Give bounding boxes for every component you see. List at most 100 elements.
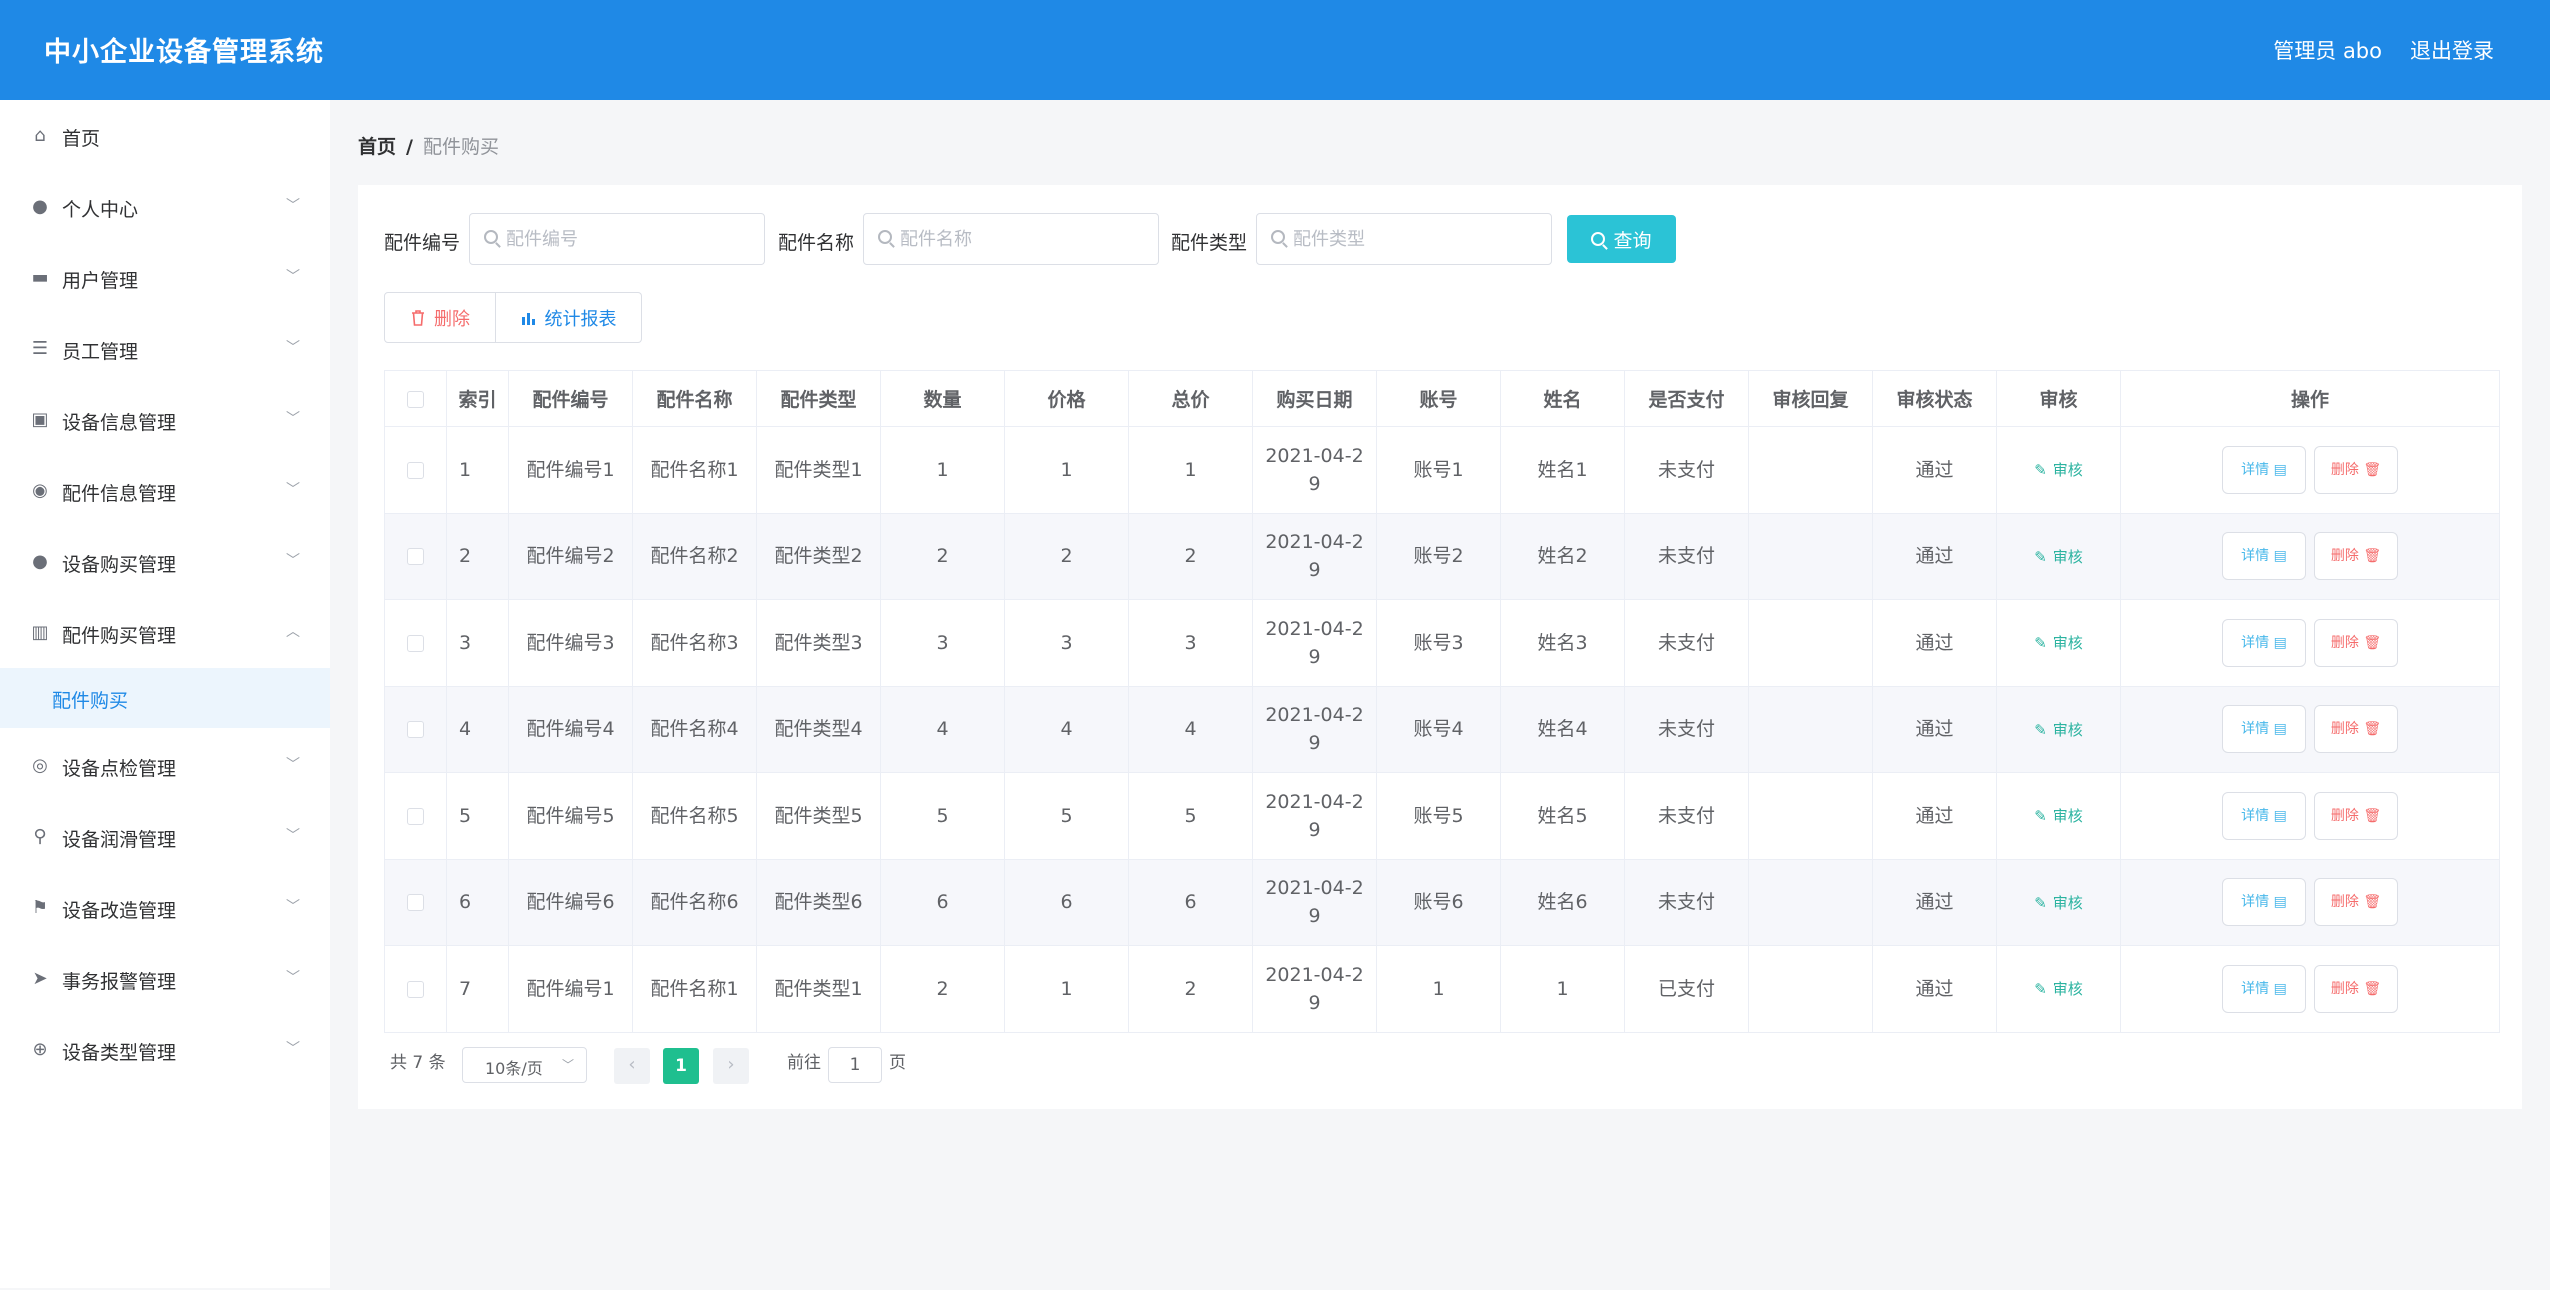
goto-field[interactable] bbox=[828, 1047, 882, 1083]
row-delete-button[interactable]: 删除 🗑 bbox=[2314, 618, 2398, 667]
type-cell: 配件类型3 bbox=[756, 599, 881, 687]
name-filter-input[interactable] bbox=[900, 214, 1150, 264]
type-filter-input[interactable] bbox=[1293, 214, 1543, 264]
index-cell: 2 bbox=[446, 512, 509, 600]
sidebar-item-5[interactable]: ◉ 配件信息管理 ﹀ bbox=[0, 463, 330, 519]
detail-button[interactable]: 详情 ▤ bbox=[2222, 445, 2306, 494]
date-cell: 2021-04-29 bbox=[1252, 945, 1377, 1033]
type-filter-field[interactable] bbox=[1256, 213, 1552, 265]
detail-button[interactable]: 详情 ▤ bbox=[2222, 532, 2306, 581]
table-row[interactable]: 1 配件编号1 配件名称1 配件类型1 1 1 1 2021-04-29 账号1 姓名1 未支付 通过… bbox=[384, 426, 2500, 514]
select-all-cell[interactable] bbox=[384, 370, 447, 427]
detail-button[interactable]: 详情 ▤ bbox=[2222, 878, 2306, 927]
audit-link[interactable]: ✎ 审核 bbox=[2034, 721, 2083, 739]
sidebar-item-2[interactable]: ▬ 用户管理 ﹀ bbox=[0, 250, 330, 306]
row-checkbox[interactable] bbox=[407, 807, 424, 825]
table-row[interactable]: 5 配件编号5 配件名称5 配件类型5 5 5 5 2021-04-29 账号5 姓名5 未支付 通过… bbox=[384, 772, 2500, 860]
person-cell: 姓名3 bbox=[1500, 599, 1625, 687]
sidebar-item-1[interactable]: ● 个人中心 ﹀ bbox=[0, 179, 330, 235]
qty-cell: 6 bbox=[880, 858, 1005, 946]
name-filter-field[interactable] bbox=[863, 213, 1159, 265]
person-cell: 姓名6 bbox=[1500, 858, 1625, 946]
table-row[interactable]: 2 配件编号2 配件名称2 配件类型2 2 2 2 2021-04-29 账号2 姓名2 未支付 通过… bbox=[384, 512, 2500, 600]
home-icon: ⌂ bbox=[34, 125, 46, 146]
sidebar-item-11[interactable]: ➤ 事务报警管理 ﹀ bbox=[0, 951, 330, 1007]
logout-link[interactable]: 退出登录 bbox=[2410, 35, 2494, 65]
row-checkbox[interactable] bbox=[407, 461, 424, 479]
table-row[interactable]: 3 配件编号3 配件名称3 配件类型3 3 3 3 2021-04-29 账号3 姓名3 未支付 通过… bbox=[384, 599, 2500, 687]
audit-link[interactable]: ✎ 审核 bbox=[2034, 894, 2083, 912]
sidebar-item-0[interactable]: ⌂ 首页 bbox=[0, 108, 330, 164]
row-checkbox[interactable] bbox=[407, 894, 424, 912]
audit-link[interactable]: ✎ 审核 bbox=[2034, 980, 2083, 998]
report-button[interactable]: 统计报表 bbox=[496, 292, 642, 343]
row-select-cell[interactable] bbox=[384, 858, 447, 946]
search-icon bbox=[1271, 230, 1285, 244]
row-checkbox[interactable] bbox=[407, 634, 424, 652]
account-cell: 账号2 bbox=[1376, 512, 1501, 600]
chevron-down-icon: ﹀ bbox=[286, 340, 300, 356]
sidebar-item-12[interactable]: ⊕ 设备类型管理 ﹀ bbox=[0, 1022, 330, 1078]
breadcrumb-home[interactable]: 首页 bbox=[358, 136, 396, 158]
detail-button[interactable]: 详情 ▤ bbox=[2222, 705, 2306, 754]
sidebar-subitem-active[interactable]: 配件购买 bbox=[0, 668, 330, 728]
row-select-cell[interactable] bbox=[384, 512, 447, 600]
sidebar-item-4[interactable]: ▣ 设备信息管理 ﹀ bbox=[0, 392, 330, 448]
total-cell: 4 bbox=[1128, 685, 1253, 773]
sidebar-item-label: 设备购买管理 bbox=[62, 554, 177, 576]
row-delete-button[interactable]: 删除 🗑 bbox=[2314, 705, 2398, 754]
audit-link[interactable]: ✎ 审核 bbox=[2034, 634, 2083, 652]
code-filter-field[interactable] bbox=[469, 213, 765, 265]
row-select-cell[interactable] bbox=[384, 772, 447, 860]
purchase-date: 2021-04-29 bbox=[1265, 444, 1364, 495]
name-cell: 配件名称1 bbox=[632, 945, 757, 1033]
sidebar-item-8[interactable]: ◎ 设备点检管理 ﹀ bbox=[0, 738, 330, 794]
row-checkbox[interactable] bbox=[407, 721, 424, 739]
paid-cell: 未支付 bbox=[1624, 772, 1749, 860]
trash-icon: 🗑 bbox=[2363, 461, 2382, 478]
row-delete-button[interactable]: 删除 🗑 bbox=[2314, 878, 2398, 927]
sidebar-item-6[interactable]: ● 设备购买管理 ﹀ bbox=[0, 534, 330, 590]
sidebar-item-3[interactable]: ☰ 员工管理 ﹀ bbox=[0, 321, 330, 377]
table-row[interactable]: 6 配件编号6 配件名称6 配件类型6 6 6 6 2021-04-29 账号6 姓名6 未支付 通过… bbox=[384, 858, 2500, 946]
row-delete-button[interactable]: 删除 🗑 bbox=[2314, 964, 2398, 1013]
row-delete-button[interactable]: 删除 🗑 bbox=[2314, 532, 2398, 581]
code-filter-input[interactable] bbox=[506, 214, 756, 264]
detail-button[interactable]: 详情 ▤ bbox=[2222, 791, 2306, 840]
audit-link[interactable]: ✎ 审核 bbox=[2034, 461, 2083, 479]
page-size-select[interactable]: 10条/页 ﹀ bbox=[462, 1047, 587, 1083]
current-user[interactable]: 管理员 abo bbox=[2273, 35, 2382, 65]
row-select-cell[interactable] bbox=[384, 426, 447, 514]
select-all-checkbox[interactable] bbox=[407, 390, 424, 408]
sidebar-item-7[interactable]: ▥ 配件购买管理 ︿ bbox=[0, 605, 330, 661]
total-cell: 2 bbox=[1128, 512, 1253, 600]
current-page[interactable]: 1 bbox=[663, 1048, 699, 1084]
detail-label: 详情 bbox=[2241, 894, 2270, 911]
row-delete-button[interactable]: 删除 🗑 bbox=[2314, 445, 2398, 494]
audit-link[interactable]: ✎ 审核 bbox=[2034, 548, 2083, 566]
row-checkbox[interactable] bbox=[407, 548, 424, 566]
chevron-down-icon: ﹀ bbox=[286, 411, 300, 427]
query-button[interactable]: 查询 bbox=[1567, 215, 1676, 263]
row-checkbox[interactable] bbox=[407, 980, 424, 998]
detail-button[interactable]: 详情 ▤ bbox=[2222, 964, 2306, 1013]
goto-page-input[interactable] bbox=[829, 1048, 881, 1082]
row-select-cell[interactable] bbox=[384, 685, 447, 773]
chevron-down-icon: ﹀ bbox=[286, 828, 300, 844]
prev-page-button[interactable]: ‹ bbox=[614, 1048, 650, 1084]
audit-cell: ✎ 审核 bbox=[1996, 426, 2121, 514]
flag-icon: ⚑ bbox=[31, 897, 49, 918]
row-select-cell[interactable] bbox=[384, 599, 447, 687]
detail-button[interactable]: 详情 ▤ bbox=[2222, 618, 2306, 667]
next-page-button[interactable]: › bbox=[713, 1048, 749, 1084]
batch-delete-button[interactable]: 删除 bbox=[384, 292, 496, 343]
table-row[interactable]: 4 配件编号4 配件名称4 配件类型4 4 4 4 2021-04-29 账号4 姓名4 未支付 通过… bbox=[384, 685, 2500, 773]
audit-label: 审核 bbox=[2052, 807, 2083, 826]
row-select-cell[interactable] bbox=[384, 945, 447, 1033]
audit-link[interactable]: ✎ 审核 bbox=[2034, 807, 2083, 825]
detail-label: 详情 bbox=[2241, 548, 2270, 565]
row-delete-button[interactable]: 删除 🗑 bbox=[2314, 791, 2398, 840]
sidebar-item-10[interactable]: ⚑ 设备改造管理 ﹀ bbox=[0, 880, 330, 936]
sidebar-item-9[interactable]: ⚲ 设备润滑管理 ﹀ bbox=[0, 809, 330, 865]
table-row[interactable]: 7 配件编号1 配件名称1 配件类型1 2 1 2 2021-04-29 1 1 已支付 通过 ✎ 审核详… bbox=[384, 945, 2500, 1033]
